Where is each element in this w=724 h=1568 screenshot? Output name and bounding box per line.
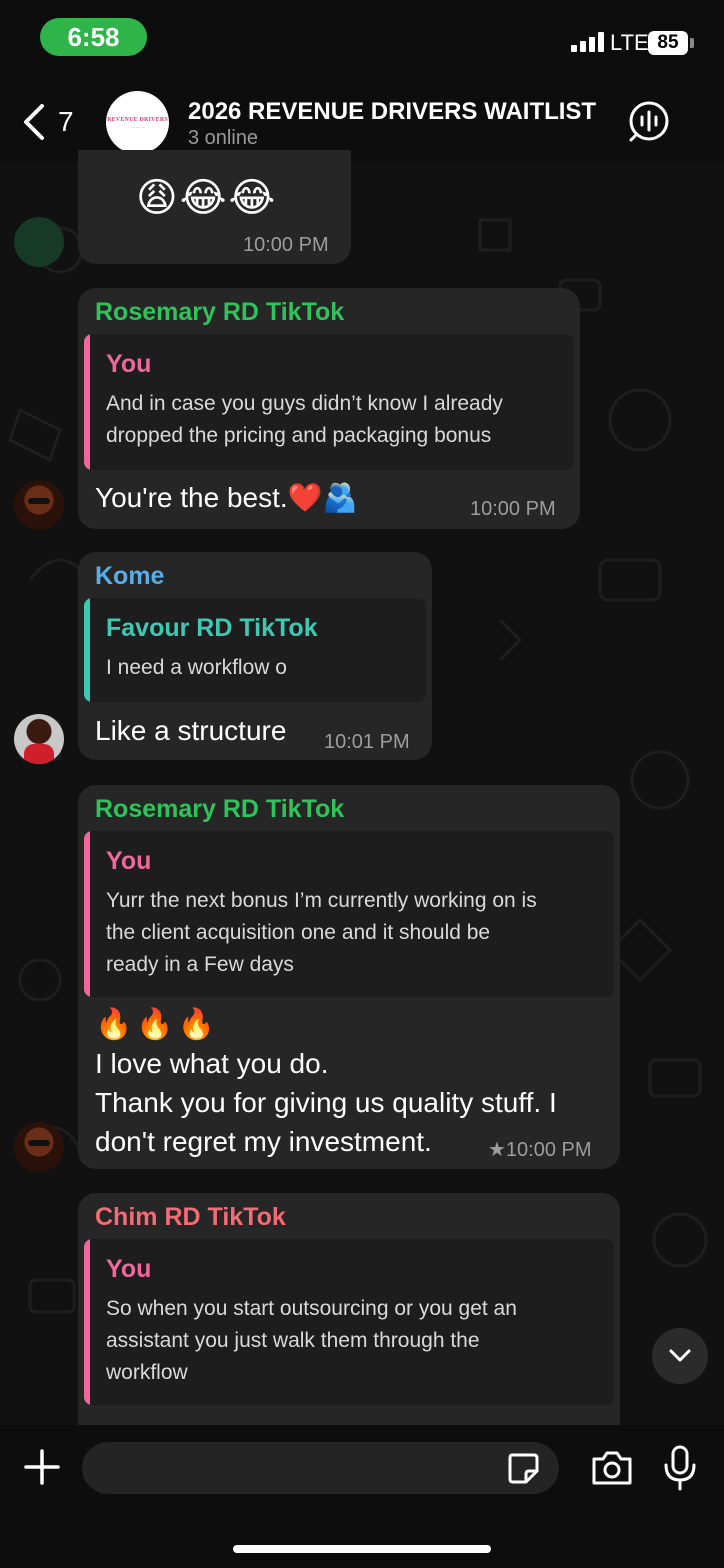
status-time: 6:58 xyxy=(40,18,147,56)
plus-icon[interactable] xyxy=(22,1447,62,1487)
message-line: 🔥🔥🔥 xyxy=(95,1008,220,1041)
home-indicator xyxy=(233,1545,491,1553)
message-composer xyxy=(0,1425,724,1568)
reply-line: ready in a Few days xyxy=(106,953,294,976)
reply-author: Favour RD TikTok xyxy=(106,614,318,642)
reply-text: And in case you guys didn’t know I alrea… xyxy=(106,388,503,452)
reply-text: I need a workflow o xyxy=(106,652,287,684)
message-bubble[interactable]: Chim RD TikTok You So when you start out… xyxy=(78,1193,620,1433)
battery-icon: 85 xyxy=(648,31,688,55)
avatar-outfit xyxy=(24,744,54,764)
reply-line: the client acquisition one and it should… xyxy=(106,921,491,944)
message-line: I love what you do. xyxy=(95,1048,329,1079)
message-input[interactable] xyxy=(82,1442,559,1494)
group-avatar[interactable]: REVENUE DRIVERS — — — xyxy=(106,91,169,154)
microphone-icon[interactable] xyxy=(662,1445,698,1491)
sticker-icon[interactable] xyxy=(506,1451,540,1485)
reply-text: Yurr the next bonus I’m currently workin… xyxy=(106,885,537,981)
message-time: 10:01 PM xyxy=(324,731,410,753)
message-time: 10:00 PM xyxy=(470,498,556,520)
back-button[interactable] xyxy=(20,102,50,142)
message-time: ★10:00 PM xyxy=(488,1139,592,1161)
reply-author: You xyxy=(106,1255,152,1283)
avatar[interactable] xyxy=(14,714,64,764)
message-bubble[interactable]: Kome Favour RD TikTok I need a workflow … xyxy=(78,552,432,760)
reply-line: And in case you guys didn’t know I alrea… xyxy=(106,392,503,415)
reply-line: So when you start outsourcing or you get… xyxy=(106,1297,517,1320)
message-time: 10:00 PM xyxy=(243,234,329,256)
sender-name[interactable]: Kome xyxy=(95,562,164,591)
reply-bar xyxy=(84,598,90,702)
sender-name[interactable]: Chim RD TikTok xyxy=(95,1203,286,1232)
message-bubble[interactable]: 😩😂😂 10:00 PM xyxy=(78,150,351,264)
unread-count[interactable]: 7 xyxy=(58,106,74,138)
reply-bar xyxy=(84,334,90,470)
reply-line: workflow xyxy=(106,1361,188,1384)
reply-author: You xyxy=(106,847,152,875)
group-logo-sub: — — — xyxy=(130,123,145,129)
battery-level: 85 xyxy=(657,32,679,53)
reply-bar xyxy=(84,1239,90,1405)
chevron-left-icon xyxy=(24,104,44,140)
reply-line: Yurr the next bonus I’m currently workin… xyxy=(106,889,537,912)
online-status: 3 online xyxy=(188,127,259,149)
message-text: 😩😂😂 xyxy=(136,176,278,220)
camera-icon[interactable] xyxy=(590,1449,634,1487)
reply-quote[interactable]: You So when you start outsourcing or you… xyxy=(84,1239,614,1405)
chevron-down-icon xyxy=(669,1349,691,1362)
avatar-sunglasses xyxy=(28,1140,50,1146)
reply-line: assistant you just walk them through the xyxy=(106,1329,480,1352)
network-label: LTE xyxy=(610,30,649,55)
reply-line: dropped the pricing and packaging bonus xyxy=(106,424,492,447)
message-text: You're the best.❤️🫂 xyxy=(95,482,358,513)
chat-title[interactable]: 2026 REVENUE DRIVERS WAITLIST xyxy=(188,98,596,126)
scroll-down-button[interactable] xyxy=(652,1328,708,1384)
avatar[interactable] xyxy=(14,217,64,267)
reply-quote[interactable]: You Yurr the next bonus I’m currently wo… xyxy=(84,831,614,997)
avatar[interactable] xyxy=(14,1122,64,1172)
avatar-sunglasses xyxy=(28,498,50,504)
reply-bar xyxy=(84,831,90,997)
avatar[interactable] xyxy=(14,480,64,530)
voice-chat-icon[interactable] xyxy=(628,100,670,142)
message-text: Like a structure xyxy=(95,715,287,746)
status-bar: 6:58 LTE 85 xyxy=(0,0,724,78)
reply-quote[interactable]: You And in case you guys didn’t know I a… xyxy=(84,334,574,470)
reply-line: I need a workflow o xyxy=(106,656,287,679)
sender-name[interactable]: Rosemary RD TikTok xyxy=(95,298,344,327)
message-bubble[interactable]: Rosemary RD TikTok You Yurr the next bon… xyxy=(78,785,620,1169)
message-line: Thank you for giving us quality stuff. I xyxy=(95,1087,557,1118)
battery-tip xyxy=(690,38,694,48)
reply-author: You xyxy=(106,350,152,378)
reply-quote[interactable]: Favour RD TikTok I need a workflow o xyxy=(84,598,426,702)
sender-name[interactable]: Rosemary RD TikTok xyxy=(95,795,344,824)
reply-text: So when you start outsourcing or you get… xyxy=(106,1293,517,1389)
group-logo: REVENUE DRIVERS xyxy=(107,116,168,123)
signal-icon xyxy=(571,32,604,52)
message-bubble[interactable]: Rosemary RD TikTok You And in case you g… xyxy=(78,288,580,529)
